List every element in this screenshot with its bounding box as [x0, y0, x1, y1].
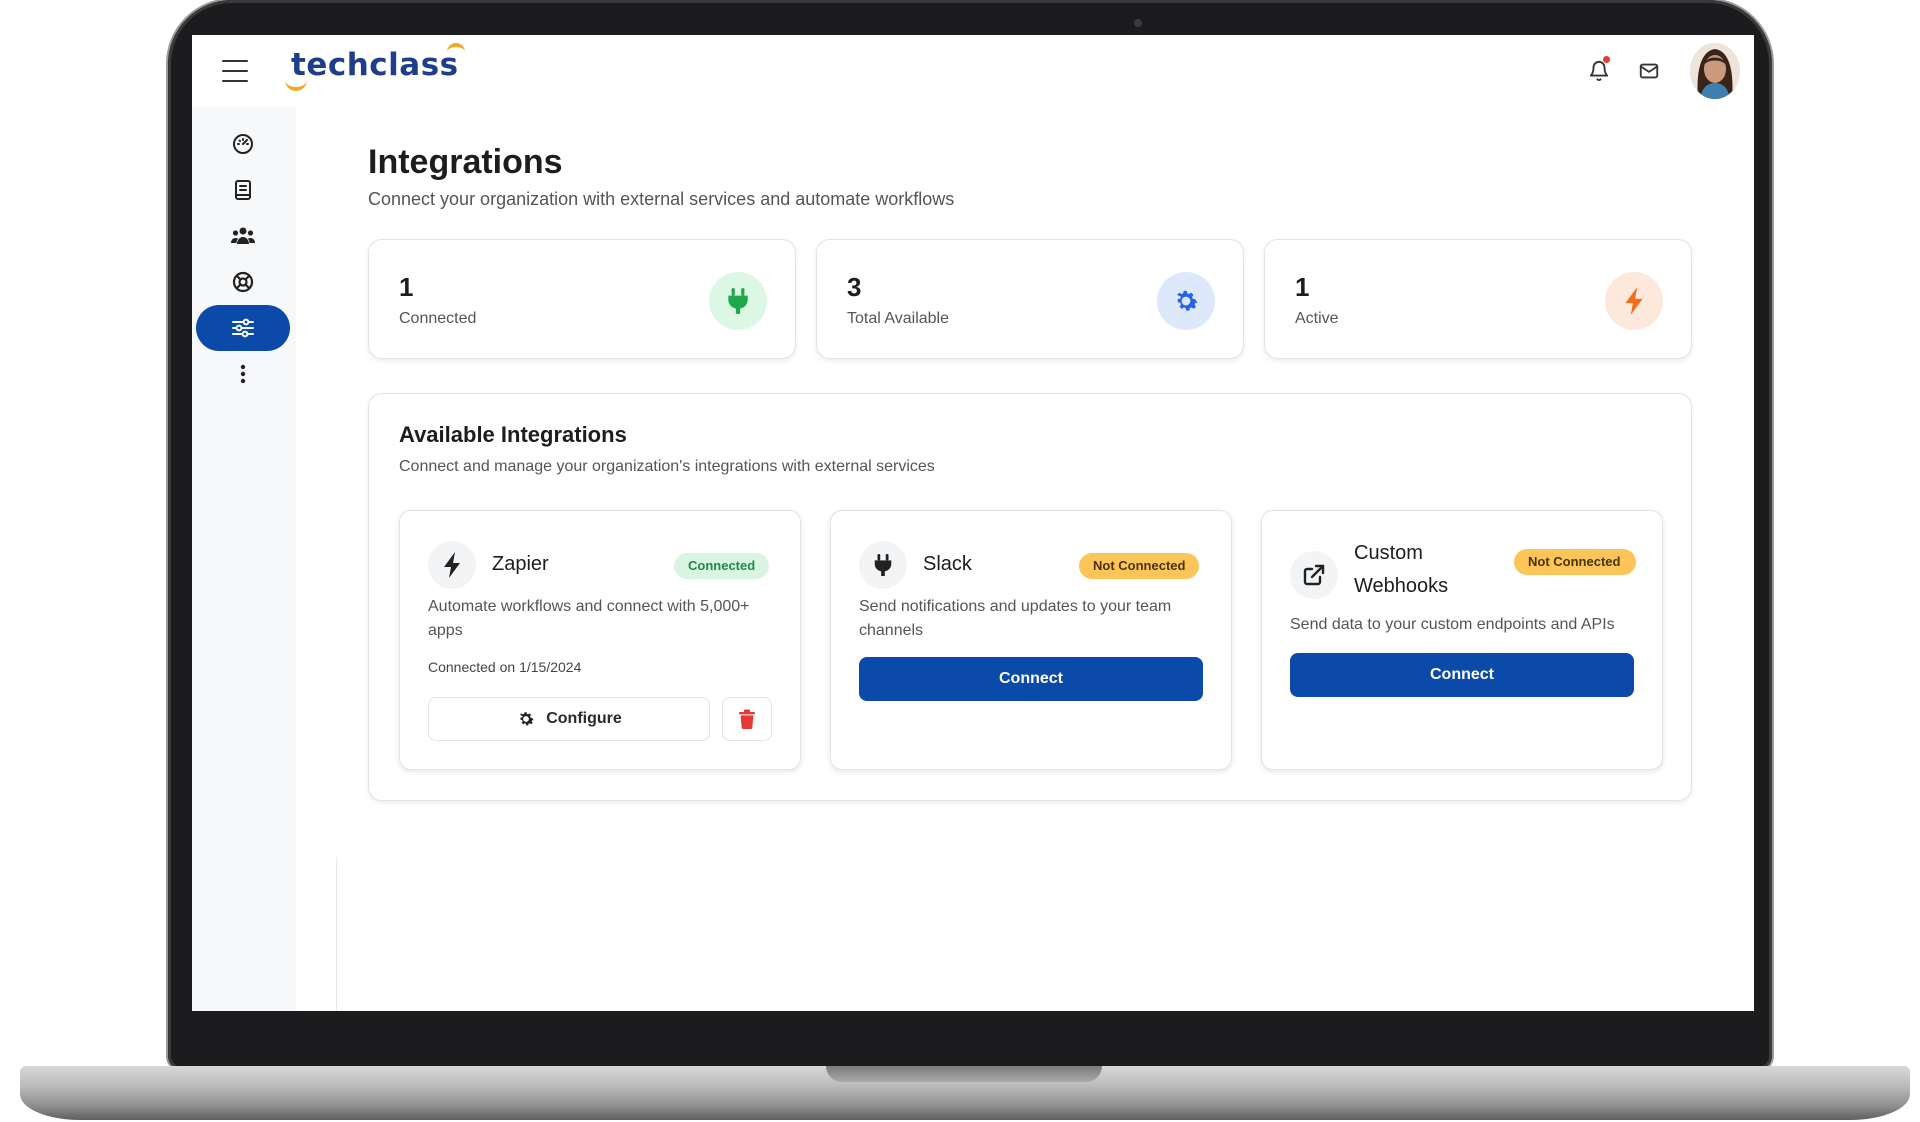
stat-card-connected: 1 Connected [368, 239, 796, 359]
main-content: Integrations Connect your organization w… [296, 107, 1754, 1011]
stat-card-active: 1 Active [1264, 239, 1692, 359]
status-badge: Not Connected [1514, 549, 1636, 575]
sidebar-item-dashboard[interactable] [196, 121, 290, 167]
sidebar [192, 107, 296, 1011]
external-link-icon [1290, 551, 1338, 599]
available-integrations-panel: Available Integrations Connect and manag… [368, 393, 1692, 801]
status-badge: Not Connected [1079, 553, 1200, 579]
logo-spark [446, 43, 465, 57]
configure-button[interactable]: Configure [428, 697, 710, 741]
integration-name: Custom Webhooks [1354, 542, 1449, 597]
book-icon [235, 180, 251, 200]
stat-value: 3 [847, 272, 862, 302]
integration-description: Send data to your custom endpoints and A… [1290, 616, 1615, 633]
connect-button[interactable]: Connect [1290, 653, 1634, 697]
dashboard-icon [233, 134, 253, 154]
mail-icon[interactable] [1624, 46, 1674, 96]
delete-button[interactable] [722, 697, 772, 741]
top-bar: techclass [192, 35, 1754, 107]
integration-card-zapier: Zapier Connected Automate workflows and … [399, 510, 801, 770]
stat-label: Connected [399, 310, 477, 327]
configure-label: Configure [546, 710, 622, 727]
connected-date: Connected on 1/15/2024 [428, 659, 582, 675]
users-icon [231, 227, 255, 244]
camera [1134, 19, 1142, 27]
panel-subtitle: Connect and manage your organization's i… [399, 458, 935, 475]
support-icon [232, 271, 254, 293]
stat-label: Active [1295, 310, 1339, 327]
notification-dot [1603, 56, 1610, 63]
logo[interactable]: techclass [285, 43, 465, 91]
integration-name: Zapier [492, 553, 549, 575]
lightning-icon [428, 541, 476, 589]
plug-icon [709, 272, 767, 330]
logo-arc [285, 77, 307, 91]
menu-icon[interactable] [222, 57, 250, 85]
page-subtitle: Connect your organization with external … [368, 189, 955, 209]
status-badge: Connected [674, 553, 770, 579]
bell-icon[interactable] [1574, 46, 1624, 96]
avatar[interactable] [1690, 43, 1740, 99]
integration-description: Automate workflows and connect with 5,00… [428, 598, 750, 639]
sliders-icon [232, 318, 254, 338]
sidebar-item-integrations[interactable] [196, 305, 290, 351]
logo-text: techclass [291, 47, 459, 83]
stat-value: 1 [1295, 272, 1310, 302]
divider [336, 857, 337, 1011]
laptop-notch [826, 1066, 1102, 1082]
stat-card-total: 3 Total Available [816, 239, 1244, 359]
gear-icon [1157, 272, 1215, 330]
sidebar-item-users[interactable] [196, 213, 290, 259]
integration-description: Send notifications and updates to your t… [859, 598, 1172, 639]
lightning-icon [1605, 272, 1663, 330]
connect-button[interactable]: Connect [859, 657, 1203, 701]
sidebar-item-courses[interactable] [196, 167, 290, 213]
trash-icon [739, 709, 755, 729]
plug-icon [859, 541, 907, 589]
integration-card-slack: Slack Not Connected Send notifications a… [830, 510, 1232, 770]
integration-name: Slack [923, 553, 972, 575]
screen: techclass Integrations Connect your orga… [192, 35, 1754, 1011]
gear-icon [520, 712, 535, 726]
panel-title: Available Integrations [399, 422, 627, 447]
header-actions [1574, 43, 1740, 99]
sidebar-item-support[interactable] [196, 259, 290, 305]
sidebar-item-more[interactable] [196, 351, 290, 397]
stat-label: Total Available [847, 310, 949, 327]
more-icon [240, 364, 246, 384]
integration-card-webhooks: Custom Webhooks Not Connected Send data … [1261, 510, 1663, 770]
page-title: Integrations [368, 143, 563, 181]
stat-value: 1 [399, 272, 414, 302]
